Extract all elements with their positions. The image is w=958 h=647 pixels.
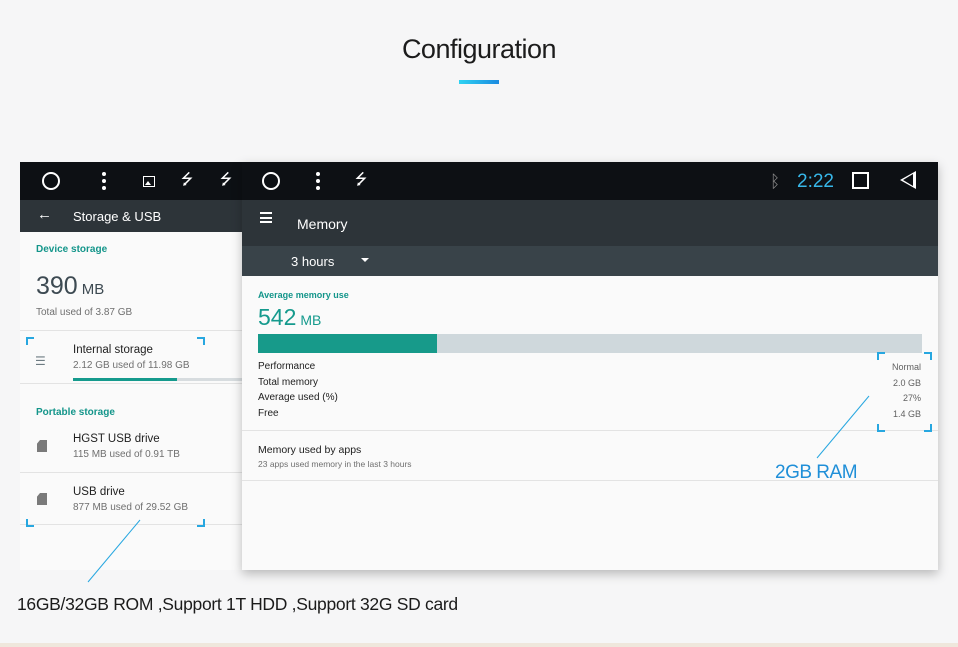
ram-callout: 2GB RAM <box>775 462 858 483</box>
rom-leader-line <box>87 519 141 583</box>
callout-leader-lines <box>87 395 870 583</box>
ram-leader-line <box>816 395 870 459</box>
rom-callout: 16GB/32GB ROM ,Support 1T HDD ,Support 3… <box>17 594 458 614</box>
bottom-strip <box>0 643 958 647</box>
